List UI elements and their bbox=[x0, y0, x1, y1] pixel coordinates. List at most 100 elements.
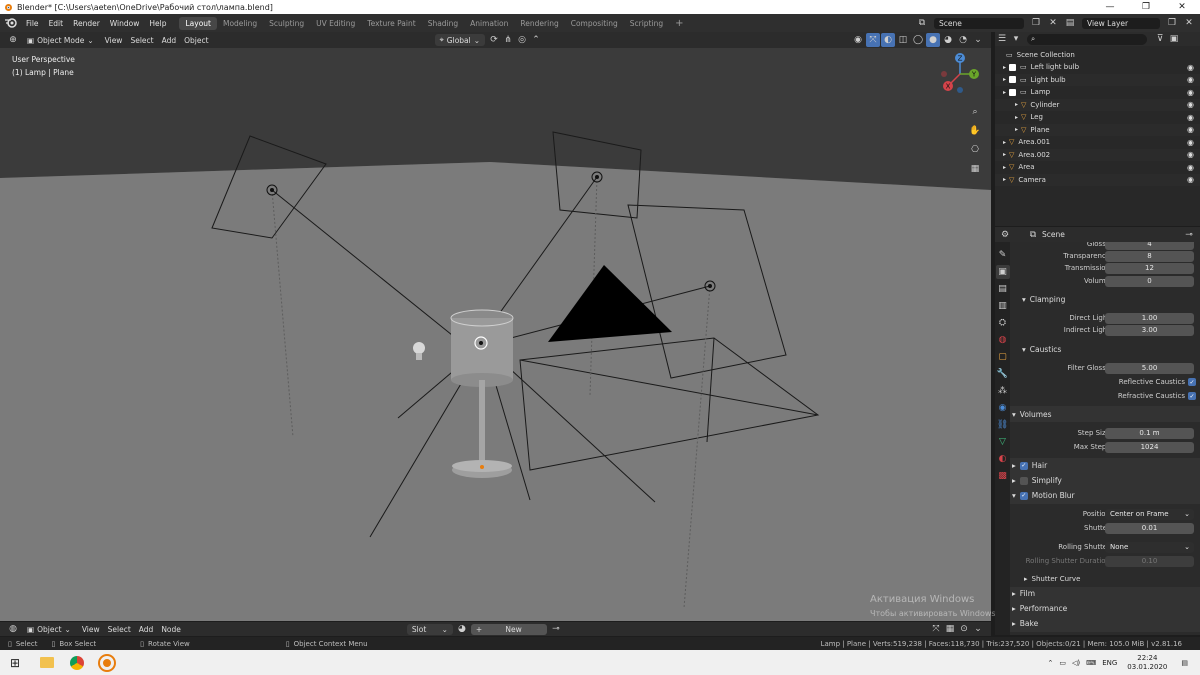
world-tab-icon[interactable]: ◍ bbox=[996, 333, 1010, 347]
expand-arrow-icon[interactable]: ▸ bbox=[1003, 64, 1006, 71]
clamping-panel-header[interactable]: ▾ Clamping bbox=[1022, 295, 1065, 304]
scene-tab-icon[interactable]: ⛭ bbox=[996, 316, 1010, 330]
menu-add-bottom[interactable]: Add bbox=[135, 625, 158, 634]
new-scene-icon[interactable]: ❐ bbox=[1029, 16, 1043, 30]
tab-animation[interactable]: Animation bbox=[464, 17, 514, 30]
overlay-menu-icon[interactable]: ⌄ bbox=[971, 622, 985, 636]
pan-hand-icon[interactable]: ✋ bbox=[968, 124, 982, 138]
close-button[interactable]: ✕ bbox=[1164, 2, 1200, 12]
hair-checkbox[interactable]: ✓ bbox=[1019, 461, 1028, 470]
delete-scene-icon[interactable]: ✕ bbox=[1046, 16, 1060, 30]
motion-blur-checkbox[interactable]: ✓ bbox=[1019, 491, 1028, 500]
language-indicator[interactable]: ENG bbox=[1102, 659, 1117, 667]
max-steps-field[interactable]: 1024 bbox=[1105, 441, 1194, 453]
visibility-eye-icon[interactable]: ◉ bbox=[1187, 150, 1194, 159]
tab-rendering[interactable]: Rendering bbox=[514, 17, 564, 30]
filter-glossy-field[interactable]: 5.00 bbox=[1105, 362, 1194, 374]
backdrop-icon[interactable]: ▦ bbox=[943, 622, 957, 636]
step-size-field[interactable]: 0.1 m bbox=[1105, 427, 1194, 439]
tab-shading[interactable]: Shading bbox=[422, 17, 464, 30]
perspective-grid-icon[interactable]: ▦ bbox=[968, 162, 982, 176]
tab-uv-editing[interactable]: UV Editing bbox=[310, 17, 361, 30]
expand-arrow-icon[interactable]: ▸ bbox=[1003, 76, 1006, 83]
particles-tab-icon[interactable]: ⁂ bbox=[996, 384, 1010, 398]
performance-panel-header[interactable]: ▸ Performance bbox=[1012, 604, 1067, 613]
menu-window[interactable]: Window bbox=[105, 19, 145, 28]
bake-panel-header[interactable]: ▸ Bake bbox=[1012, 619, 1038, 628]
object-type-dropdown[interactable]: ▣ Object ⌄ bbox=[22, 623, 76, 635]
falloff-icon[interactable]: ⌃ bbox=[529, 33, 543, 47]
expand-arrow-icon[interactable]: ▸ bbox=[1015, 126, 1018, 133]
motion-blur-panel-header[interactable]: ▾ ✓ Motion Blur bbox=[1012, 491, 1075, 500]
blender-menu-icon[interactable] bbox=[4, 17, 18, 29]
expand-arrow-icon[interactable]: ▸ bbox=[1015, 101, 1018, 108]
notifications-icon[interactable]: ▤ bbox=[1181, 659, 1188, 667]
tab-modeling[interactable]: Modeling bbox=[217, 17, 263, 30]
menu-file[interactable]: File bbox=[21, 19, 44, 28]
physics-tab-icon[interactable]: ◉ bbox=[996, 401, 1010, 415]
visibility-eye-icon[interactable]: ◉ bbox=[1187, 175, 1194, 184]
reflective-caustics-checkbox[interactable]: ✓ bbox=[1188, 378, 1196, 386]
visibility-eye-icon[interactable]: ◉ bbox=[1187, 125, 1194, 134]
wireframe-shading-icon[interactable]: ◯ bbox=[911, 33, 925, 47]
shader-editor-icon[interactable]: ◍ bbox=[6, 622, 20, 636]
simplify-checkbox[interactable] bbox=[1019, 476, 1028, 485]
hair-panel-header[interactable]: ▸ ✓ Hair bbox=[1012, 461, 1047, 470]
transmission-field[interactable]: 12 bbox=[1105, 262, 1194, 274]
zoom-icon[interactable]: ⌕ bbox=[968, 105, 982, 119]
pin-icon[interactable]: ⊸ bbox=[1182, 228, 1196, 242]
editor-type-icon[interactable]: ⊕ bbox=[6, 33, 20, 47]
tab-sculpting[interactable]: Sculpting bbox=[263, 17, 310, 30]
xray-icon[interactable]: ◫ bbox=[896, 33, 910, 47]
outliner-item[interactable]: ▸ ▭ Left light bulb ◉ bbox=[995, 61, 1200, 74]
new-material-button[interactable]: + New bbox=[470, 623, 547, 635]
visibility-eye-icon[interactable]: ◉ bbox=[1187, 163, 1194, 172]
modifier-tab-icon[interactable]: 🔧 bbox=[996, 367, 1010, 381]
add-workspace-button[interactable]: + bbox=[669, 16, 689, 31]
menu-node[interactable]: Node bbox=[157, 625, 185, 634]
menu-view[interactable]: View bbox=[101, 36, 127, 45]
maximize-button[interactable]: ❐ bbox=[1128, 2, 1164, 12]
caustics-panel-header[interactable]: ▾ Caustics bbox=[1022, 345, 1061, 354]
scene-field[interactable]: Scene bbox=[934, 17, 1024, 29]
reflective-caustics-row[interactable]: Reflective Caustics ✓ bbox=[1010, 376, 1200, 388]
visibility-eye-icon[interactable]: ◉ bbox=[1187, 88, 1194, 97]
rendered-shading-icon[interactable]: ◔ bbox=[956, 33, 970, 47]
refractive-caustics-row[interactable]: Refractive Caustics ✓ bbox=[1010, 390, 1200, 402]
view-layer-icon[interactable]: ▤ bbox=[1063, 16, 1077, 30]
visibility-eye-icon[interactable]: ◉ bbox=[1187, 100, 1194, 109]
tab-scripting[interactable]: Scripting bbox=[624, 17, 669, 30]
minimize-button[interactable]: — bbox=[1092, 2, 1128, 12]
mode-dropdown[interactable]: ▣ Object Mode ⌄ bbox=[22, 34, 99, 46]
pin-material-icon[interactable]: ⊸ bbox=[549, 622, 563, 636]
collection-checkbox[interactable] bbox=[1009, 76, 1017, 84]
solid-shading-icon[interactable]: ● bbox=[926, 33, 940, 47]
new-view-layer-icon[interactable]: ❐ bbox=[1165, 16, 1179, 30]
visibility-eye-icon[interactable]: ◉ bbox=[1187, 113, 1194, 122]
expand-arrow-icon[interactable]: ▸ bbox=[1003, 164, 1006, 171]
render-tab-icon[interactable]: ▣ bbox=[995, 265, 1010, 279]
delete-view-layer-icon[interactable]: ✕ bbox=[1182, 16, 1196, 30]
output-tab-icon[interactable]: ▤ bbox=[996, 282, 1010, 296]
menu-view-bottom[interactable]: View bbox=[78, 625, 104, 634]
slot-dropdown[interactable]: Slot ⌄ bbox=[406, 623, 453, 635]
blender-taskbar-icon[interactable] bbox=[100, 655, 115, 670]
outliner-item[interactable]: ▸ ▽ Area ◉ bbox=[995, 161, 1200, 174]
clock[interactable]: 22:24 03.01.2020 bbox=[1127, 654, 1167, 672]
pivot-icon[interactable]: ⟳ bbox=[487, 33, 501, 47]
refractive-caustics-checkbox[interactable]: ✓ bbox=[1188, 392, 1196, 400]
visibility-eye-icon[interactable]: ◉ bbox=[1187, 138, 1194, 147]
menu-help[interactable]: Help bbox=[144, 19, 171, 28]
outliner-scene-collection[interactable]: ▭ Scene Collection bbox=[1000, 49, 1200, 62]
network-icon[interactable]: ▭ bbox=[1059, 659, 1066, 667]
new-collection-icon[interactable]: ▣ bbox=[1167, 32, 1181, 46]
tab-texture-paint[interactable]: Texture Paint bbox=[361, 17, 421, 30]
visibility-eye-icon[interactable]: ◉ bbox=[1187, 75, 1194, 84]
transform-orientation-dropdown[interactable]: ⌖ Global ⌄ bbox=[434, 34, 486, 46]
transparency-field[interactable]: 8 bbox=[1105, 250, 1194, 262]
menu-add[interactable]: Add bbox=[158, 36, 181, 45]
overlay-toggle-icon[interactable]: ◐ bbox=[881, 33, 895, 47]
gizmo-toggle-icon[interactable]: ⤧ bbox=[866, 33, 880, 47]
tab-layout[interactable]: Layout bbox=[179, 16, 217, 30]
overlay-bottom-icon[interactable]: ⊙ bbox=[957, 622, 971, 636]
